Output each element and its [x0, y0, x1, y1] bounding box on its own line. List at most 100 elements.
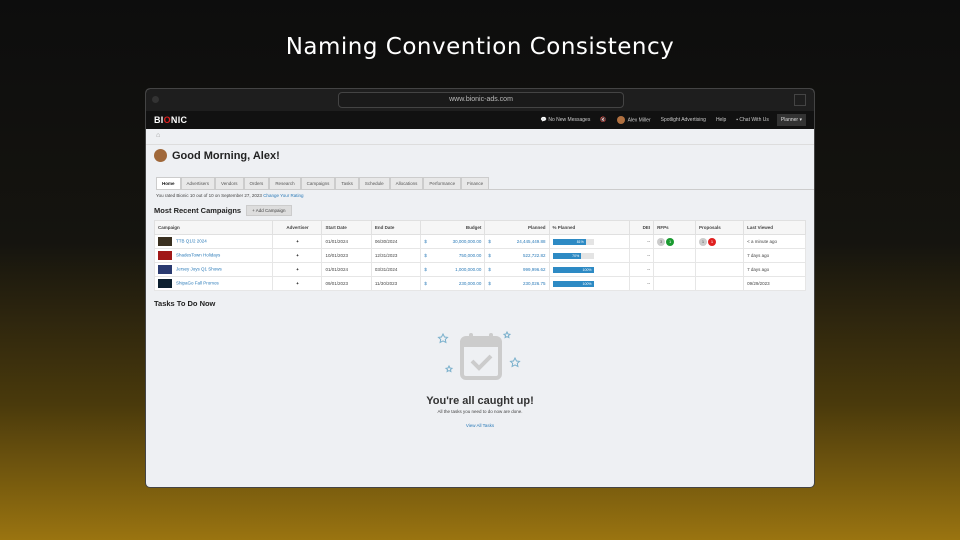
- campaign-thumbnail: [158, 237, 172, 246]
- tab-campaigns[interactable]: Campaigns: [300, 177, 336, 189]
- table-row: TTB Q1/2 2024 ✦ 01/01/2024 06/30/2024 $3…: [153, 234, 806, 249]
- percent-planned-bar: 81%: [552, 238, 594, 245]
- column-header[interactable]: Start Date: [321, 220, 372, 235]
- column-header[interactable]: DEI: [628, 220, 655, 235]
- campaign-link[interactable]: ShadesTown Holidays: [176, 253, 220, 258]
- browser-chrome: www.bionic-ads.com: [146, 89, 814, 111]
- dei: --: [628, 248, 655, 263]
- percent-planned-bar: 70%: [552, 252, 594, 259]
- tab-allocations[interactable]: Allocations: [389, 177, 424, 189]
- advertiser-logo: ✦: [272, 234, 323, 249]
- tab-finance[interactable]: Finance: [461, 177, 490, 189]
- view-all-tasks-link[interactable]: View All Tasks: [466, 423, 494, 428]
- address-bar[interactable]: www.bionic-ads.com: [338, 92, 624, 108]
- user-menu[interactable]: Alex Miller: [616, 116, 651, 124]
- tab-performance[interactable]: Performance: [423, 177, 462, 189]
- chat-link[interactable]: ▪ Chat With Us: [736, 117, 769, 123]
- avatar: [154, 149, 167, 162]
- tab-schedule[interactable]: Schedule: [358, 177, 390, 189]
- avatar: [616, 116, 625, 124]
- add-campaign-button[interactable]: + Add Campaign: [246, 205, 292, 216]
- campaign-link[interactable]: ShipaGo Fall Promos: [176, 281, 219, 286]
- org-link[interactable]: Spotlight Advertising: [661, 117, 706, 123]
- start-date: 01/01/2024: [321, 262, 372, 277]
- tab-orders[interactable]: Orders: [243, 177, 270, 189]
- currency: $: [488, 267, 491, 272]
- campaigns-table: Campaign Advertiser Start Date End Date Budg…: [153, 220, 806, 291]
- last-viewed: 7 days ago: [743, 248, 806, 263]
- dei: --: [628, 276, 655, 291]
- campaign-link[interactable]: TTB Q1/2 2024: [176, 239, 207, 244]
- column-header[interactable]: Planned: [484, 220, 550, 235]
- greeting: Good Morning, Alex!: [146, 145, 814, 166]
- rfps-badge[interactable]: 3: [657, 237, 666, 246]
- column-header[interactable]: Advertiser: [272, 220, 323, 235]
- tab-vendors[interactable]: Vendors: [215, 177, 244, 189]
- empty-state: You're all caught up! All the tasks you …: [146, 330, 814, 432]
- column-header[interactable]: % Planned: [548, 220, 630, 235]
- main-tabs: Home Advertisers Vendors Orders Research Camp…: [156, 177, 814, 190]
- end-date: 06/30/2024: [370, 234, 422, 249]
- last-viewed: < a minute ago: [743, 234, 806, 249]
- column-header[interactable]: End Date: [370, 220, 422, 235]
- budget: 750,000.00: [458, 253, 482, 258]
- tasks-title: Tasks To Do Now: [154, 299, 216, 308]
- campaign-thumbnail: [158, 251, 172, 260]
- column-header[interactable]: Budget: [420, 220, 486, 235]
- tab-advertisers[interactable]: Advertisers: [180, 177, 216, 189]
- tab-tasks[interactable]: Tasks: [335, 177, 359, 189]
- dei: --: [628, 262, 655, 277]
- planned: 24,445,449.88: [516, 239, 546, 244]
- advertiser-logo: ✦: [272, 262, 323, 277]
- start-date: 10/01/2023: [321, 248, 372, 263]
- campaign-thumbnail: [158, 279, 172, 288]
- currency: $: [424, 239, 427, 244]
- end-date: 03/31/2024: [370, 262, 422, 277]
- currency: $: [488, 281, 491, 286]
- mute-icon[interactable]: 🔇: [600, 117, 606, 123]
- column-header[interactable]: Campaign: [153, 220, 274, 235]
- currency: $: [424, 253, 427, 258]
- chat-bubble-icon: 💬: [540, 117, 547, 123]
- advertiser-logo: ✦: [272, 248, 323, 263]
- help-link[interactable]: Help: [716, 117, 726, 123]
- campaign-link[interactable]: Jersey Joys Q1 Shows: [176, 267, 222, 272]
- end-date: 12/31/2023: [370, 248, 422, 263]
- advertiser-logo: ✦: [272, 276, 323, 291]
- role-dropdown[interactable]: Planner ▾: [776, 114, 806, 126]
- currency: $: [424, 267, 427, 272]
- browser-window: www.bionic-ads.com BIONIC 💬 No New Messa…: [145, 88, 815, 488]
- planned: 522,722.82: [522, 253, 546, 258]
- rfps-badge[interactable]: 1: [666, 237, 675, 246]
- dei: --: [628, 234, 655, 249]
- planned: 230,026.75: [522, 281, 546, 286]
- percent-planned-bar: 100%: [552, 280, 594, 287]
- currency: $: [424, 281, 427, 286]
- last-viewed: 7 days ago: [743, 262, 806, 277]
- proposals-badge[interactable]: 1: [707, 237, 716, 246]
- home-icon[interactable]: ⌂: [146, 129, 814, 145]
- campaign-thumbnail: [158, 265, 172, 274]
- change-rating-link[interactable]: Change Your Rating: [263, 193, 303, 198]
- proposals-badge[interactable]: 1: [698, 237, 707, 246]
- empty-heading: You're all caught up!: [426, 395, 534, 407]
- table-row: ShadesTown Holidays ✦ 10/01/2023 12/31/2…: [153, 248, 806, 263]
- table-row: Jersey Joys Q1 Shows ✦ 01/01/2024 03/31/…: [153, 262, 806, 277]
- column-header[interactable]: Proposals: [694, 220, 745, 235]
- headline: Naming Convention Consistency: [285, 34, 675, 60]
- budget: 230,000.00: [458, 281, 482, 286]
- column-header[interactable]: RFPs: [653, 220, 696, 235]
- tab-home[interactable]: Home: [156, 177, 181, 189]
- tab-research[interactable]: Research: [269, 177, 301, 189]
- messages-link[interactable]: 💬 No New Messages: [541, 117, 591, 123]
- tabs-grid-icon[interactable]: [794, 94, 806, 106]
- section-title: Most Recent Campaigns: [154, 206, 242, 215]
- window-dot: [152, 96, 159, 103]
- start-date: 09/01/2023: [321, 276, 372, 291]
- budget: 30,000,000.00: [452, 239, 482, 244]
- column-header[interactable]: Last Viewed: [743, 220, 806, 235]
- top-nav: BIONIC 💬 No New Messages 🔇 Alex Miller S…: [146, 111, 814, 129]
- start-date: 01/01/2024: [321, 234, 372, 249]
- budget: 1,000,000.00: [455, 267, 482, 272]
- bionic-logo[interactable]: BIONIC: [154, 115, 187, 125]
